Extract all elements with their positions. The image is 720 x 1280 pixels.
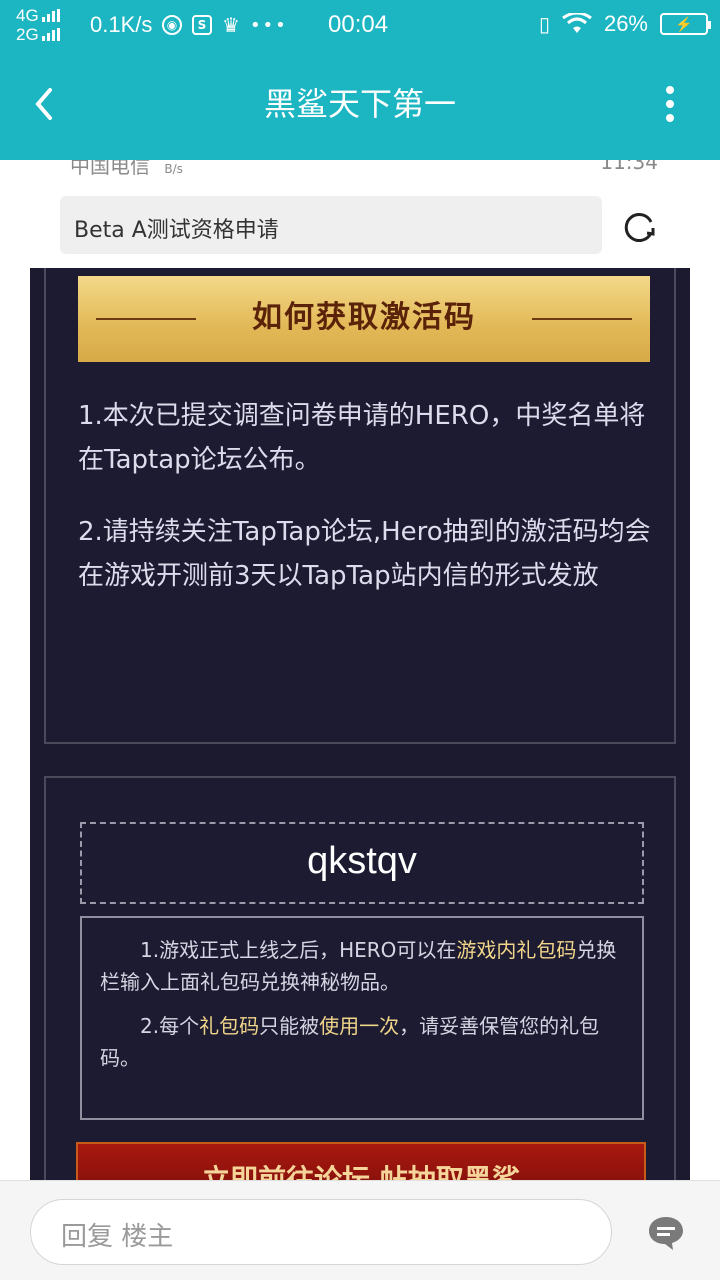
- reload-icon: [624, 213, 655, 242]
- gift-code: qkstqv: [80, 822, 644, 904]
- compass-icon: ◉: [162, 15, 182, 35]
- instructions-panel: 如何获取激活码 1.本次已提交调查问卷申请的HERO，中奖名单将在Taptap论…: [44, 268, 676, 744]
- wifi-icon: [562, 13, 592, 33]
- crown-icon: ♛: [222, 13, 240, 37]
- code-notes: 1.游戏正式上线之后，HERO可以在游戏内礼包码兑换栏输入上面礼包码兑换神秘物品…: [80, 916, 644, 1120]
- more-options-button[interactable]: [664, 86, 676, 122]
- network-speed: 0.1K/s: [90, 12, 153, 37]
- url-bar: Beta A测试资格申请: [60, 196, 602, 254]
- battery-icon: ⚡: [660, 13, 711, 35]
- web-page: 如何获取激活码 1.本次已提交调查问卷申请的HERO，中奖名单将在Taptap论…: [30, 268, 690, 1180]
- cropped-status-bar: 中国电信 B/s: [70, 160, 183, 179]
- instruction-paragraph-1: 1.本次已提交调查问卷申请的HERO，中奖名单将在Taptap论坛公布。: [78, 401, 646, 475]
- clock: 00:04: [328, 11, 389, 38]
- app-header: 黑鲨天下第一: [0, 48, 720, 160]
- reply-bar: 回复 楼主: [0, 1180, 720, 1280]
- page-title: 黑鲨天下第一: [263, 85, 456, 123]
- instruction-paragraph-2: 2.请持续关注TapTap论坛,Hero抽到的激活码均会在游戏开测前3天以Tap…: [78, 517, 651, 591]
- signal-bars-icon: [41, 9, 60, 22]
- forum-button: 立即前往论坛 帖抽取黑鲨: [76, 1142, 646, 1180]
- notification-icons: ◉ S ♛ •••: [162, 13, 288, 37]
- more-vertical-icon: [666, 86, 674, 94]
- reply-input[interactable]: 回复 楼主: [30, 1199, 612, 1265]
- section-banner: 如何获取激活码: [78, 276, 650, 362]
- carrier-label: 中国电信: [70, 160, 150, 178]
- network-2-label: 2G: [16, 25, 39, 44]
- note-1: 1.游戏正式上线之后，HERO可以在游戏内礼包码兑换栏输入上面礼包码兑换神秘物品…: [100, 938, 617, 994]
- battery-percent: 26%: [603, 11, 648, 36]
- cropped-time: 11:34: [600, 160, 658, 174]
- vibrate-icon: ▯: [538, 13, 550, 36]
- system-indicators: ▯ 26% ⚡: [538, 11, 711, 37]
- note-2: 2.每个礼包码只能被使用一次，请妥善保管您的礼包码。: [100, 1014, 600, 1070]
- network-1-label: 4G: [16, 6, 39, 25]
- post-screenshot-image: 中国电信 B/s 11:34 Beta A测试资格申请 如何获取激活码 1.本次…: [0, 160, 720, 1180]
- signal-bars-icon: [41, 28, 60, 41]
- status-bar: 4G 2G 0.1K/s ◉ S ♛ ••• 00:04 ▯ 26% ⚡: [0, 0, 720, 48]
- more-dots-icon: •••: [249, 14, 288, 36]
- network-indicator: 4G 2G: [16, 6, 60, 44]
- banner-title: 如何获取激活码: [252, 300, 476, 335]
- chat-bubble-icon[interactable]: [646, 1213, 686, 1253]
- speed-unit: B/s: [164, 162, 183, 176]
- code-panel: qkstqv 1.游戏正式上线之后，HERO可以在游戏内礼包码兑换栏输入上面礼包…: [44, 776, 676, 1180]
- s-app-icon: S: [192, 15, 212, 35]
